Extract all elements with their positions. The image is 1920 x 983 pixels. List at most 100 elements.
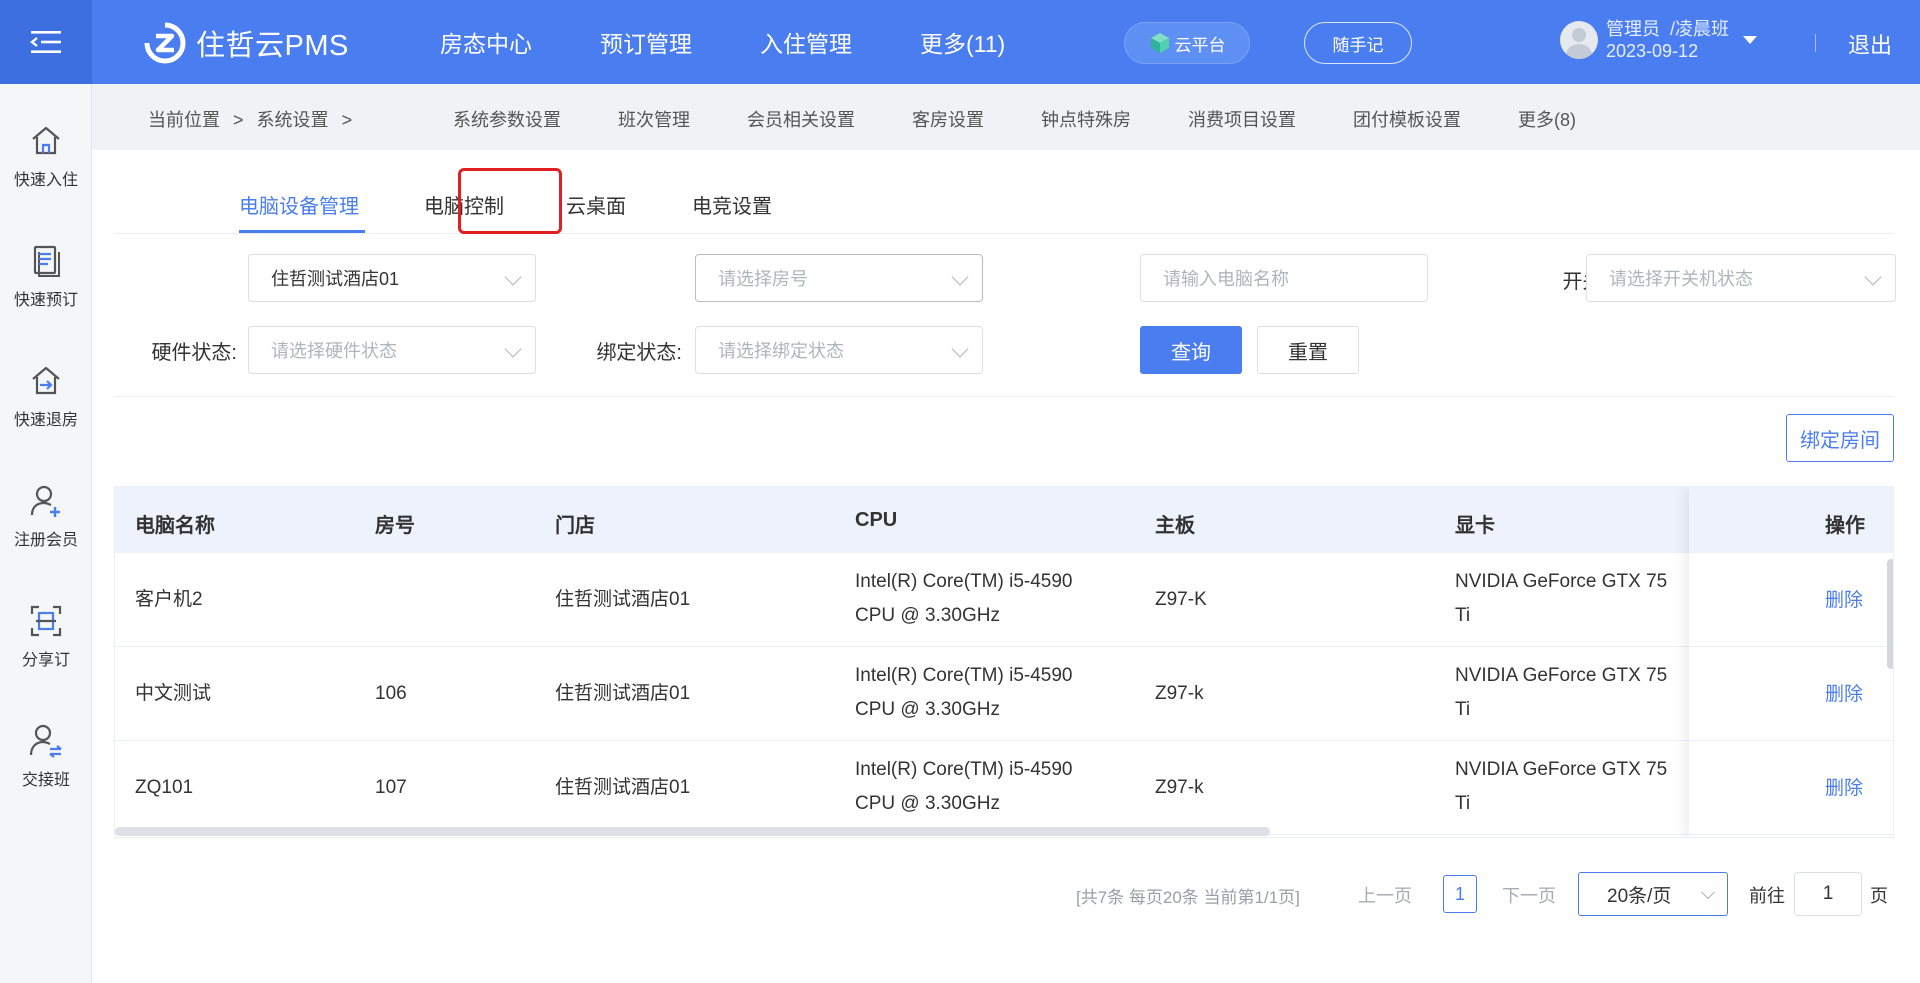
- tab-esports-settings[interactable]: 电竞设置: [692, 190, 772, 219]
- table-header: 电脑名称 房号 门店 CPU 主板 显卡: [115, 487, 1893, 553]
- tab-computer-devices[interactable]: 电脑设备管理: [239, 190, 359, 219]
- next-page-button[interactable]: 下一页: [1502, 874, 1556, 916]
- nav-reservations[interactable]: 预订管理: [600, 25, 692, 59]
- cell-gpu: NVIDIA GeForce GTX 75 Ti: [1455, 659, 1667, 727]
- cell-store: 住哲测试酒店01: [555, 589, 691, 610]
- sidebar-item-label: 快速预订: [13, 292, 78, 309]
- prev-page-button[interactable]: 上一页: [1358, 874, 1412, 916]
- sidebar-item-shift-handover[interactable]: 交接班: [0, 722, 92, 812]
- menu-toggle-button[interactable]: [0, 0, 92, 84]
- power-status-select[interactable]: 请选择开关机状态: [1586, 254, 1896, 302]
- page-size-select[interactable]: 20条/页: [1578, 872, 1728, 916]
- app-logo[interactable]: 住哲云PMS: [144, 22, 349, 64]
- sidebar-item-label: 快速入住: [13, 172, 78, 189]
- chevron-down-icon: [1700, 884, 1716, 900]
- computer-name-input[interactable]: 请输入电脑名称: [1140, 254, 1428, 302]
- user-date: 2023-09-12: [1606, 41, 1699, 61]
- room-select[interactable]: 请选择房号: [695, 254, 983, 302]
- nav-checkin[interactable]: 入住管理: [760, 25, 852, 59]
- main-nav: 房态中心 预订管理 入住管理 更多(11): [440, 0, 1073, 84]
- reset-button[interactable]: 重置: [1257, 326, 1359, 374]
- breadcrumb-item[interactable]: 系统设置: [257, 110, 329, 130]
- store-select-value: 住哲测试酒店01: [271, 269, 400, 289]
- subnav-group-payment-templates[interactable]: 团付模板设置: [1353, 106, 1461, 132]
- column-header-gpu: 显卡: [1455, 515, 1495, 537]
- quick-note-button[interactable]: 随手记: [1304, 22, 1412, 64]
- vertical-scrollbar[interactable]: [1887, 559, 1893, 669]
- caret-down-icon[interactable]: [1743, 36, 1758, 44]
- nav-room-status[interactable]: 房态中心: [440, 25, 532, 59]
- bind-status-select[interactable]: 请选择绑定状态: [695, 326, 983, 374]
- cell-cpu-line1: Intel(R) Core(TM) i5-4590: [855, 571, 1073, 592]
- sidebar-item-share-booking[interactable]: 分享订: [0, 602, 92, 692]
- breadcrumb-prefix: 当前位置: [148, 110, 220, 130]
- sidebar-item-register-member[interactable]: 注册会员: [0, 482, 92, 572]
- top-bar: 住哲云PMS 房态中心 预订管理 入住管理 更多(11) 云平台 随手记 管理员…: [0, 0, 1920, 84]
- actions-header: 操作: [1689, 487, 1893, 553]
- chevron-down-icon: [951, 340, 969, 358]
- sub-navigation-bar: 当前位置 > 系统设置 > 系统参数设置 班次管理 会员相关设置 客房设置 钟点…: [92, 84, 1920, 150]
- user-info: 管理员 /凌晨班 2023-09-12: [1606, 18, 1729, 62]
- home-exit-icon: [32, 366, 60, 395]
- page-number-button[interactable]: 1: [1443, 875, 1477, 913]
- chevron-down-icon: [504, 268, 522, 286]
- sidebar-item-quick-checkin[interactable]: 快速入住: [0, 122, 92, 212]
- cloud-platform-button[interactable]: 云平台: [1124, 22, 1250, 64]
- power-status-placeholder: 请选择开关机状态: [1609, 269, 1753, 289]
- cell-motherboard: Z97-K: [1155, 589, 1207, 610]
- subnav-member-settings[interactable]: 会员相关设置: [747, 106, 855, 132]
- sidebar-item-label: 分享订: [21, 652, 70, 669]
- column-header-name: 电脑名称: [135, 515, 215, 537]
- settings-subnav: 系统参数设置 班次管理 会员相关设置 客房设置 钟点特殊房 消费项目设置 团付模…: [453, 106, 1633, 132]
- table-row: 中文测试 106 住哲测试酒店01 Intel(R) Core(TM) i5-4…: [115, 647, 1893, 741]
- sidebar-item-label: 注册会员: [13, 532, 78, 549]
- cell-cpu: Intel(R) Core(TM) i5-4590 CPU @ 3.30GHz: [855, 753, 1073, 821]
- goto-page-input[interactable]: 1: [1794, 872, 1862, 916]
- subnav-hourly-rooms[interactable]: 钟点特殊房: [1041, 106, 1131, 132]
- cell-gpu: NVIDIA GeForce GTX 75 Ti: [1455, 565, 1667, 633]
- subnav-system-params[interactable]: 系统参数设置: [453, 106, 561, 132]
- cell-computer-name: 客户机2: [135, 589, 203, 610]
- avatar: [1560, 21, 1598, 59]
- sidebar-item-label: 快速退房: [13, 412, 78, 429]
- main-content: 电脑设备管理 电脑控制 云桌面 电竞设置 门店: 住哲测试酒店01 房号: 请选…: [92, 150, 1920, 983]
- delete-link[interactable]: 删除: [1825, 585, 1863, 612]
- tab-computer-control[interactable]: 电脑控制: [424, 190, 504, 219]
- query-button[interactable]: 查询: [1140, 326, 1242, 374]
- delete-link[interactable]: 删除: [1825, 679, 1863, 706]
- store-select[interactable]: 住哲测试酒店01: [248, 254, 536, 302]
- divider: [114, 396, 1894, 397]
- nav-more[interactable]: 更多(11): [920, 25, 1005, 59]
- subnav-shift-management[interactable]: 班次管理: [618, 106, 690, 132]
- cell-cpu-line2: CPU @ 3.30GHz: [855, 605, 1000, 626]
- table-row: 客户机2 住哲测试酒店01 Intel(R) Core(TM) i5-4590 …: [115, 553, 1893, 647]
- sidebar-item-quick-checkout[interactable]: 快速退房: [0, 362, 92, 452]
- subnav-room-settings[interactable]: 客房设置: [912, 106, 984, 132]
- tab-cloud-desktop[interactable]: 云桌面: [566, 190, 626, 219]
- bind-room-button[interactable]: 绑定房间: [1786, 414, 1894, 462]
- subnav-more[interactable]: 更多(8): [1518, 106, 1576, 132]
- page-suffix-label: 页: [1870, 886, 1888, 906]
- active-tab-indicator: [239, 230, 365, 233]
- computer-table: 电脑名称 房号 门店 CPU 主板 显卡 客户机2 住哲测试酒店01 Intel…: [114, 486, 1894, 838]
- hardware-filter-label: 硬件状态:: [151, 342, 237, 364]
- user-menu[interactable]: 管理员 /凌晨班 2023-09-12: [1560, 18, 1758, 62]
- cell-gpu-line1: NVIDIA GeForce GTX 75: [1455, 759, 1668, 780]
- cell-cpu-line1: Intel(R) Core(TM) i5-4590: [855, 759, 1073, 780]
- actions-cell: 删除: [1689, 553, 1893, 647]
- subnav-consumption-items[interactable]: 消费项目设置: [1188, 106, 1296, 132]
- sidebar-item-quick-booking[interactable]: 快速预订: [0, 242, 92, 332]
- pagination-summary: [共7条 每页20条 当前第1/1页]: [1076, 887, 1300, 907]
- logout-button[interactable]: 退出: [1848, 28, 1892, 60]
- logo-icon: [144, 22, 186, 64]
- horizontal-scrollbar[interactable]: [115, 827, 1270, 836]
- column-header-motherboard: 主板: [1155, 515, 1195, 537]
- room-select-placeholder: 请选择房号: [718, 269, 808, 289]
- delete-link[interactable]: 删除: [1825, 773, 1863, 800]
- quick-note-label: 随手记: [1332, 35, 1384, 55]
- column-header-cpu: CPU: [855, 509, 898, 531]
- hardware-status-select[interactable]: 请选择硬件状态: [248, 326, 536, 374]
- page-size-value: 20条/页: [1607, 885, 1672, 907]
- cell-store: 住哲测试酒店01: [555, 683, 691, 704]
- app-name: 住哲云PMS: [196, 30, 349, 62]
